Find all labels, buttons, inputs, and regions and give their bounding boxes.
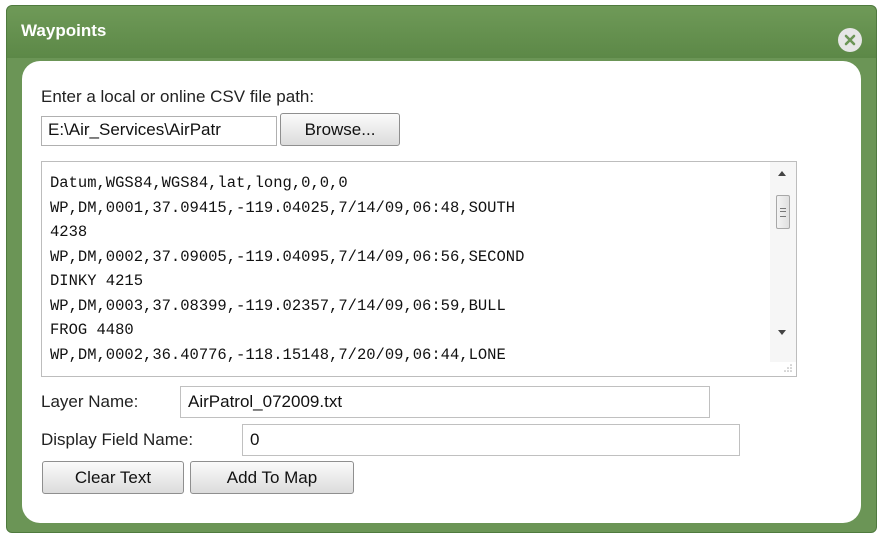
- resize-grip-icon[interactable]: [783, 363, 793, 373]
- add-to-map-button[interactable]: Add To Map: [190, 461, 354, 494]
- csv-line: WP,DM,0003,37.08399,-119.02357,7/14/09,0…: [50, 296, 506, 315]
- scroll-up-arrow-icon[interactable]: [778, 171, 786, 176]
- file-path-input[interactable]: E:\Air_Services\AirPatr: [41, 116, 277, 146]
- csv-content: Datum,WGS84,WGS84,lat,long,0,0,0 WP,DM,00…: [50, 171, 762, 367]
- close-icon[interactable]: [838, 28, 862, 52]
- csv-line: DINKY 4215: [50, 272, 144, 290]
- dialog-body: Enter a local or online CSV file path: E…: [22, 61, 861, 523]
- display-field-label: Display Field Name:: [41, 430, 194, 449]
- dialog-titlebar[interactable]: Waypoints: [7, 6, 876, 58]
- scroll-down-arrow-icon[interactable]: [778, 330, 786, 335]
- clear-text-button[interactable]: Clear Text: [42, 461, 184, 494]
- layer-name-input[interactable]: AirPatrol_072009.txt: [180, 386, 710, 418]
- dialog-title: Waypoints: [21, 21, 107, 40]
- csv-line: FROG 4480: [50, 321, 134, 339]
- browse-button[interactable]: Browse...: [280, 113, 400, 146]
- csv-textarea[interactable]: Datum,WGS84,WGS84,lat,long,0,0,0 WP,DM,00…: [41, 161, 797, 377]
- csv-line: WP,DM,0002,37.09005,-119.04095,7/14/09,0…: [50, 247, 525, 266]
- csv-line: WP,DM,0002,36.40776,-118.15148,7/20/09,0…: [50, 345, 506, 364]
- scroll-thumb[interactable]: [776, 195, 790, 229]
- layer-name-label: Layer Name:: [41, 392, 139, 411]
- file-path-prompt: Enter a local or online CSV file path:: [41, 87, 315, 106]
- waypoints-dialog: Waypoints Enter a local or online CSV fi…: [6, 5, 877, 533]
- csv-line: 4238: [50, 223, 88, 241]
- csv-line: Datum,WGS84,WGS84,lat,long,0,0,0: [50, 174, 348, 192]
- vertical-scrollbar[interactable]: [770, 162, 796, 362]
- csv-line: WP,DM,0001,37.09415,-119.04025,7/14/09,0…: [50, 198, 516, 217]
- display-field-input[interactable]: 0: [242, 424, 740, 456]
